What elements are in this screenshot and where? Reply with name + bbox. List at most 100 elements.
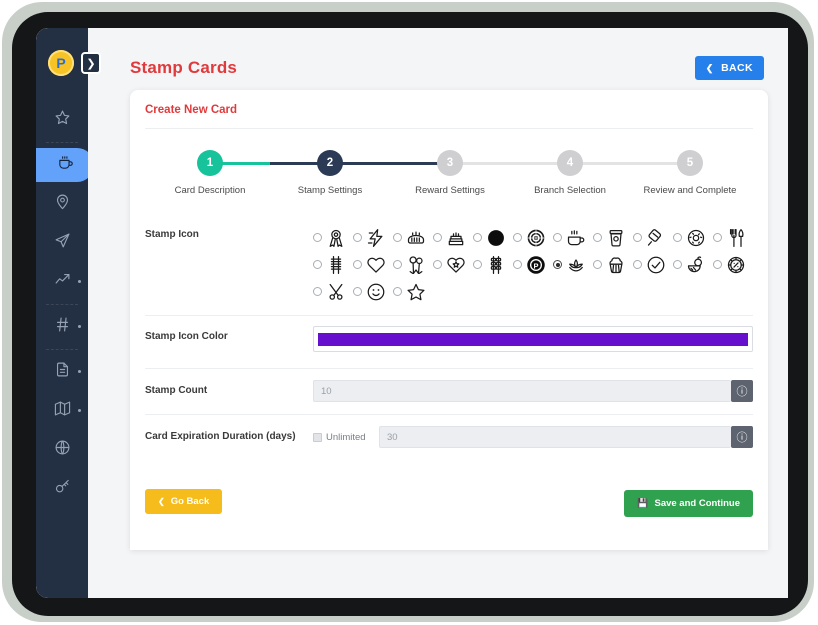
stamp-icon-option-smiley-face[interactable] bbox=[353, 282, 393, 302]
stepper-step-4[interactable]: 4 Branch Selection bbox=[512, 150, 628, 196]
stamp-icon-radio[interactable] bbox=[473, 260, 482, 269]
sidebar-item-locations[interactable] bbox=[36, 187, 88, 221]
sidebar-item-access[interactable] bbox=[36, 472, 88, 506]
stamp-icon-radio[interactable] bbox=[673, 260, 682, 269]
balloons-icon bbox=[406, 255, 426, 275]
sidebar: P ❯ bbox=[36, 28, 101, 598]
stamp-icon-option-filled-circle[interactable] bbox=[473, 228, 513, 248]
stamp-icon-radio[interactable] bbox=[433, 233, 442, 242]
stamp-icon-radio[interactable] bbox=[473, 233, 482, 242]
stamp-count-help-button[interactable]: ⓘ bbox=[731, 380, 753, 402]
sidebar-item-map[interactable] bbox=[36, 394, 88, 428]
divider bbox=[145, 368, 753, 369]
stamp-icon-radio[interactable] bbox=[433, 260, 442, 269]
sidebar-item-web[interactable] bbox=[36, 433, 88, 467]
stamp-icon-radio[interactable] bbox=[313, 260, 322, 269]
stamp-icon-radio[interactable] bbox=[353, 287, 362, 296]
stamp-icon-label: Stamp Icon bbox=[145, 229, 199, 240]
unlimited-checkbox[interactable] bbox=[313, 432, 322, 442]
stamp-icon-option-award-ribbon[interactable] bbox=[313, 228, 353, 248]
stamp-icon-option-balloons[interactable] bbox=[393, 255, 433, 275]
togo-coffee-cup-icon bbox=[606, 228, 626, 248]
notification-dot bbox=[78, 409, 81, 412]
stamp-icon-option-dartboard-target[interactable] bbox=[513, 228, 553, 248]
save-and-continue-button[interactable]: 💾 Save and Continue bbox=[624, 490, 753, 517]
app-logo[interactable]: P bbox=[48, 50, 74, 76]
stamp-icon-radio[interactable] bbox=[713, 260, 722, 269]
sidebar-item-reports[interactable] bbox=[36, 355, 88, 389]
step-number-badge: 3 bbox=[437, 150, 463, 176]
stamp-icon-option-heart-star[interactable] bbox=[433, 255, 473, 275]
star-icon bbox=[54, 109, 71, 131]
stamp-icon-radio[interactable] bbox=[393, 260, 402, 269]
sidebar-item-favorites[interactable] bbox=[36, 103, 88, 137]
stepper-step-5[interactable]: 5 Review and Complete bbox=[632, 150, 748, 196]
fork-knife-icon bbox=[726, 228, 746, 248]
panel-divider bbox=[145, 128, 753, 129]
donut-icon bbox=[686, 228, 706, 248]
stamp-icon-option-togo-coffee-cup[interactable] bbox=[593, 228, 633, 248]
star-outline-icon bbox=[406, 282, 426, 302]
stamp-icon-option-donut[interactable] bbox=[673, 228, 713, 248]
stamp-icon-radio[interactable] bbox=[673, 233, 682, 242]
sidebar-item-tags[interactable] bbox=[36, 310, 88, 344]
stamp-icon-option-lotus[interactable] bbox=[553, 255, 593, 275]
sidebar-item-campaigns[interactable] bbox=[36, 226, 88, 260]
sidebar-nav bbox=[36, 98, 94, 511]
stamp-icon-option-percent-badge[interactable] bbox=[713, 255, 753, 275]
stamp-icon-radio[interactable] bbox=[633, 233, 642, 242]
stepper-step-3[interactable]: 3 Reward Settings bbox=[392, 150, 508, 196]
stamp-icon-option-check-circle[interactable] bbox=[633, 255, 673, 275]
back-button[interactable]: ❮ BACK bbox=[694, 56, 764, 80]
stamp-icon-radio[interactable] bbox=[353, 233, 362, 242]
page-title: Stamp Cards bbox=[130, 58, 238, 77]
stamp-icon-option-heart[interactable] bbox=[353, 255, 393, 275]
stamp-icon-option-star-outline[interactable] bbox=[393, 282, 433, 302]
stamp-icon-option-kebab-skewer[interactable] bbox=[473, 255, 513, 275]
stamp-icon-radio[interactable] bbox=[513, 233, 522, 242]
back-button-label: BACK bbox=[721, 62, 753, 74]
stamp-icon-radio[interactable] bbox=[353, 260, 362, 269]
stamp-icon-radio[interactable] bbox=[593, 260, 602, 269]
svg-text:P: P bbox=[533, 261, 538, 270]
go-back-button[interactable]: ❮ Go Back bbox=[145, 489, 223, 514]
stamp-icon-radio[interactable] bbox=[313, 233, 322, 242]
stamp-count-input[interactable]: 10 bbox=[313, 380, 731, 402]
stamp-icon-radio[interactable] bbox=[513, 260, 522, 269]
divider bbox=[145, 315, 753, 316]
card-expiration-help-button[interactable]: ⓘ bbox=[731, 426, 753, 448]
stamp-icon-radio[interactable] bbox=[313, 287, 322, 296]
sidebar-item-loyalty[interactable] bbox=[36, 148, 94, 182]
stamp-icon-option-layer-cake[interactable] bbox=[433, 228, 473, 248]
sidebar-toggle-button[interactable]: ❯ bbox=[81, 52, 101, 74]
stamp-icon-color-picker[interactable] bbox=[313, 326, 753, 352]
stamp-icon-radio[interactable] bbox=[553, 233, 562, 242]
stamp-icon-option-chopsticks[interactable] bbox=[313, 255, 353, 275]
sidebar-divider bbox=[46, 304, 78, 305]
chevron-right-icon: ❯ bbox=[86, 57, 96, 70]
stamp-icon-option-fork-knife[interactable] bbox=[713, 228, 753, 248]
stamp-icon-radio[interactable] bbox=[553, 260, 562, 269]
bread-loaf-icon bbox=[406, 228, 426, 248]
card-expiration-input[interactable]: 30 bbox=[379, 426, 731, 448]
stepper-step-2[interactable]: 2 Stamp Settings bbox=[272, 150, 388, 196]
step-number-badge: 1 bbox=[197, 150, 223, 176]
stepper-step-1[interactable]: 1 Card Description bbox=[152, 150, 268, 196]
ice-cream-bar-icon bbox=[646, 228, 666, 248]
stamp-icon-option-ice-cream-bar[interactable] bbox=[633, 228, 673, 248]
stamp-icon-radio[interactable] bbox=[593, 233, 602, 242]
stamp-icon-option-lightning-bolt[interactable] bbox=[353, 228, 393, 248]
stamp-icon-option-cupcake[interactable] bbox=[593, 255, 633, 275]
sidebar-item-analytics[interactable] bbox=[36, 265, 88, 299]
stamp-icon-radio[interactable] bbox=[393, 233, 402, 242]
cupcake-icon bbox=[606, 255, 626, 275]
stamp-icon-radio[interactable] bbox=[713, 233, 722, 242]
layer-cake-icon bbox=[446, 228, 466, 248]
stamp-icon-radio[interactable] bbox=[633, 260, 642, 269]
stamp-icon-option-hot-coffee-cup[interactable] bbox=[553, 228, 593, 248]
stamp-icon-option-bread-loaf[interactable] bbox=[393, 228, 433, 248]
stamp-icon-radio[interactable] bbox=[393, 287, 402, 296]
stamp-icon-option-scissors[interactable] bbox=[313, 282, 353, 302]
stamp-icon-option-p-badge[interactable]: P bbox=[513, 255, 553, 275]
stamp-icon-option-fruit-bowl[interactable] bbox=[673, 255, 713, 275]
